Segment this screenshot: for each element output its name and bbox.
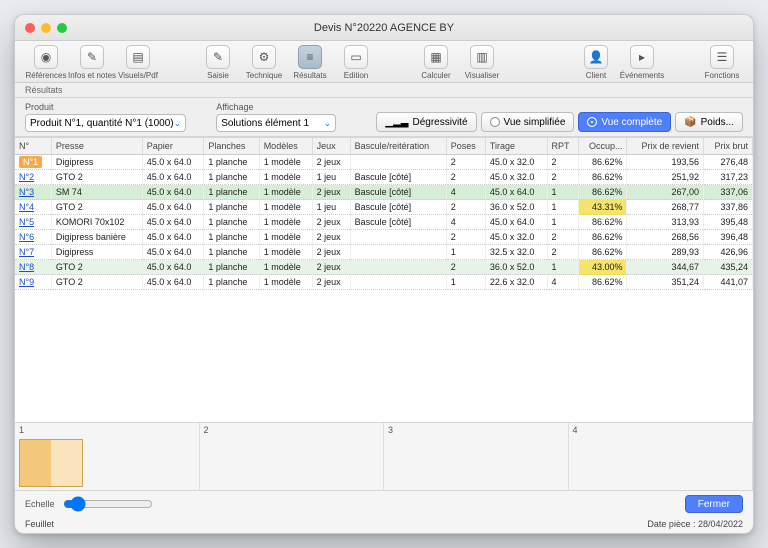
infos et notes-icon: ✎ [80, 45, 104, 69]
footer-left: Feuillet [25, 519, 54, 529]
row-number-link[interactable]: N°2 [19, 172, 34, 182]
bars-icon: ▁▂▃ [385, 117, 408, 128]
row-number-link[interactable]: N°5 [19, 217, 34, 227]
col-header[interactable]: N° [15, 138, 51, 155]
results-table: N°PressePapierPlanchesModèlesJeuxBascule… [15, 138, 753, 290]
col-header[interactable]: Prix de revient [627, 138, 704, 155]
row-number-link[interactable]: N°7 [19, 247, 34, 257]
table-row[interactable]: N°4GTO 245.0 x 64.01 planche1 modèle1 je… [15, 200, 753, 215]
thumbnail-cell[interactable]: 2 [200, 423, 385, 490]
close-window-button[interactable] [25, 23, 35, 33]
filter-bar: Produit Produit N°1, quantité N°1 (1000)… [15, 98, 753, 137]
col-header[interactable]: Poses [446, 138, 485, 155]
main-toolbar: ◉Références✎Infos et notes▤Visuels/Pdf ✎S… [15, 41, 753, 83]
toolbar-edition[interactable]: ▭Edition [335, 45, 377, 80]
col-header[interactable]: Tirage [485, 138, 547, 155]
zoom-window-button[interactable] [57, 23, 67, 33]
événements-icon: ▸ [630, 45, 654, 69]
col-header[interactable]: Planches [204, 138, 259, 155]
toolbar-client[interactable]: 👤Client [575, 45, 617, 80]
toolbar-r-sultats[interactable]: ≡Résultats [289, 45, 331, 80]
visuels/pdf-icon: ▤ [126, 45, 150, 69]
table-row[interactable]: N°6Digipress banière45.0 x 64.01 planche… [15, 230, 753, 245]
calculer-icon: ▦ [424, 45, 448, 69]
thumbnail-cell[interactable]: 3 [384, 423, 569, 490]
table-row[interactable]: N°1Digipress45.0 x 64.01 planche1 modèle… [15, 155, 753, 170]
toolbar-fonctions[interactable]: ☰Fonctions [701, 45, 743, 80]
table-row[interactable]: N°7Digipress45.0 x 64.01 planche1 modèle… [15, 245, 753, 260]
col-header[interactable]: Modèles [259, 138, 312, 155]
poids-button[interactable]: 📦 Poids... [675, 112, 743, 132]
produit-select[interactable]: Produit N°1, quantité N°1 (1000) ⌄ [25, 114, 186, 132]
toolbar-visuels-pdf[interactable]: ▤Visuels/Pdf [117, 45, 159, 80]
visualiser-icon: ▥ [470, 45, 494, 69]
package-icon: 📦 [684, 117, 696, 128]
edition-icon: ▭ [344, 45, 368, 69]
thumbnail-cell[interactable]: 1 [15, 423, 200, 490]
col-header[interactable]: Bascule/reitération [350, 138, 446, 155]
col-header[interactable]: Occup... [578, 138, 627, 155]
vue-simplifiee-button[interactable]: Vue simplifiée [481, 112, 575, 132]
saisie-icon: ✎ [206, 45, 230, 69]
résultats-icon: ≡ [298, 45, 322, 69]
section-header: Résultats [15, 83, 753, 98]
radio-icon [587, 117, 597, 127]
fermer-button[interactable]: Fermer [685, 495, 743, 513]
app-window: Devis N°20220 AGENCE BY ◉Références✎Info… [14, 14, 754, 534]
technique-icon: ⚙ [252, 45, 276, 69]
table-row[interactable]: N°9GTO 245.0 x 64.01 planche1 modèle2 je… [15, 275, 753, 290]
produit-label: Produit [25, 102, 186, 112]
toolbar--v-nements[interactable]: ▸Événements [621, 45, 663, 80]
thumbnail-cell[interactable]: 4 [569, 423, 754, 490]
références-icon: ◉ [34, 45, 58, 69]
col-header[interactable]: Jeux [312, 138, 350, 155]
toolbar-visualiser[interactable]: ▥Visualiser [461, 45, 503, 80]
row-number-link[interactable]: N°6 [19, 232, 34, 242]
window-title: Devis N°20220 AGENCE BY [15, 22, 753, 34]
affichage-select[interactable]: Solutions élément 1 ⌄ [216, 114, 336, 132]
row-number-link[interactable]: N°9 [19, 277, 34, 287]
toolbar-saisie[interactable]: ✎Saisie [197, 45, 239, 80]
degressivite-button[interactable]: ▁▂▃ Dégressivité [376, 112, 476, 132]
col-header[interactable]: Papier [142, 138, 204, 155]
affichage-label: Affichage [216, 102, 336, 112]
table-row[interactable]: N°2GTO 245.0 x 64.01 planche1 modèle1 je… [15, 170, 753, 185]
radio-icon [490, 117, 500, 127]
table-row[interactable]: N°8GTO 245.0 x 64.01 planche1 modèle2 je… [15, 260, 753, 275]
table-row[interactable]: N°3SM 7445.0 x 64.01 planche1 modèle2 je… [15, 185, 753, 200]
col-header[interactable]: Presse [51, 138, 142, 155]
echelle-label: Echelle [25, 499, 55, 509]
preview-pane: 1234 Echelle Fermer Feuillet Date pièce … [15, 423, 753, 533]
footer-date: Date pièce : 28/04/2022 [647, 519, 743, 529]
results-table-wrap[interactable]: N°PressePapierPlanchesModèlesJeuxBascule… [15, 137, 753, 423]
client-icon: 👤 [584, 45, 608, 69]
thumbnail-row: 1234 [15, 423, 753, 491]
toolbar-r-f-rences[interactable]: ◉Références [25, 45, 67, 80]
row-number-link[interactable]: N°3 [19, 187, 34, 197]
toolbar-infos-et-notes[interactable]: ✎Infos et notes [71, 45, 113, 80]
chevron-down-icon: ⌄ [324, 118, 332, 129]
minimize-window-button[interactable] [41, 23, 51, 33]
sheet-thumbnail [19, 439, 83, 487]
echelle-slider[interactable] [63, 496, 153, 512]
table-row[interactable]: N°5KOMORI 70x10245.0 x 64.01 planche1 mo… [15, 215, 753, 230]
row-number-link[interactable]: N°1 [19, 156, 42, 168]
col-header[interactable]: RPT [547, 138, 578, 155]
toolbar-calculer[interactable]: ▦Calculer [415, 45, 457, 80]
traffic-lights [25, 23, 67, 33]
col-header[interactable]: Prix brut [704, 138, 753, 155]
fonctions-icon: ☰ [710, 45, 734, 69]
row-number-link[interactable]: N°4 [19, 202, 34, 212]
row-number-link[interactable]: N°8 [19, 262, 34, 272]
vue-complete-button[interactable]: Vue complète [578, 112, 671, 132]
chevron-down-icon: ⌄ [174, 118, 182, 129]
toolbar-technique[interactable]: ⚙Technique [243, 45, 285, 80]
titlebar: Devis N°20220 AGENCE BY [15, 15, 753, 41]
